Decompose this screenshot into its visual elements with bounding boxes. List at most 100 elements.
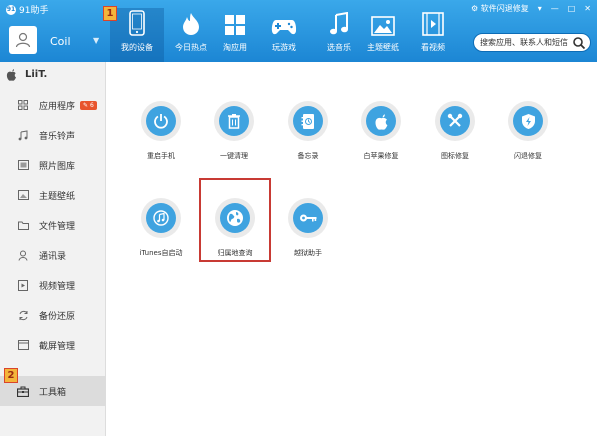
flame-icon xyxy=(183,13,199,35)
tool-memo[interactable]: 备忘录 xyxy=(276,95,340,173)
apps-grid-icon xyxy=(225,15,245,35)
backup-icon xyxy=(17,309,29,321)
nav-apps[interactable]: 淘应用 xyxy=(208,8,262,62)
sidebar-item-label: 视频管理 xyxy=(39,281,76,292)
app-logo-icon: 91 xyxy=(6,4,16,15)
shield-icon xyxy=(521,113,535,129)
tool-label: 一键清理 xyxy=(220,152,248,160)
nav-label: 看视频 xyxy=(421,43,445,52)
sidebar-item-label: 主题壁纸 xyxy=(39,191,76,202)
nav-label: 我的设备 xyxy=(121,43,153,52)
gamepad-icon xyxy=(271,20,297,35)
menu-dropdown-button[interactable]: ▾ xyxy=(538,4,542,13)
window-controls: ⚙ 软件闪退修复 ▾ — □ ✕ xyxy=(471,3,591,14)
account-panel[interactable]: Coil ▼ xyxy=(0,18,106,62)
nav-label: 今日热点 xyxy=(175,43,207,52)
key-icon xyxy=(300,214,317,222)
sidebar-item-label: 照片图库 xyxy=(39,161,76,172)
folder-icon xyxy=(17,219,29,231)
picture-icon xyxy=(371,16,395,36)
phone-icon xyxy=(129,10,145,36)
tool-crash-repair[interactable]: 闪退修复 xyxy=(496,95,560,173)
memo-icon xyxy=(301,113,314,129)
nav-games[interactable]: 玩游戏 xyxy=(257,8,311,62)
tool-label: 越狱助手 xyxy=(294,249,322,257)
close-button[interactable]: ✕ xyxy=(584,4,591,13)
tool-white-apple-repair[interactable]: 白苹果修复 xyxy=(349,95,413,173)
trash-icon xyxy=(228,114,240,129)
username: Coil xyxy=(50,35,71,48)
contacts-icon xyxy=(17,249,29,261)
tool-label: 白苹果修复 xyxy=(363,152,399,160)
app-window: 91 91助手 Coil ▼ 我的设备 今日热点 淘应用 玩游戏 选音乐 主题壁… xyxy=(0,0,597,436)
step-marker-1: 1 xyxy=(103,6,117,21)
sidebar-item-label: 备份还原 xyxy=(39,311,76,322)
maximize-button[interactable]: □ xyxy=(568,4,576,13)
screenshot-icon xyxy=(17,339,29,351)
music-note-icon xyxy=(330,12,348,35)
search-box xyxy=(473,33,591,52)
sidebar: LiiT. 应用程序 ✎ 6 音乐铃声 照片图库 主题壁纸 文件管理 通讯录 视… xyxy=(0,62,106,436)
sidebar-item-screenshots[interactable]: 截屏管理 xyxy=(0,330,106,360)
app-title-text: 91助手 xyxy=(19,6,49,16)
tool-label: 图标修复 xyxy=(441,152,469,160)
music-icon xyxy=(17,129,29,141)
sidebar-item-wallpaper[interactable]: 主题壁纸 xyxy=(0,180,106,210)
sidebar-item-files[interactable]: 文件管理 xyxy=(0,210,106,240)
search-icon[interactable] xyxy=(572,36,586,50)
sidebar-item-apps[interactable]: 应用程序 ✎ 6 xyxy=(0,90,106,120)
flash-repair-link[interactable]: ⚙ 软件闪退修复 xyxy=(471,3,529,14)
apple-icon xyxy=(374,113,387,130)
gear-icon: ⚙ xyxy=(471,4,481,13)
wrench-icon xyxy=(447,113,463,127)
apps-icon xyxy=(17,99,29,111)
sidebar-item-label: 文件管理 xyxy=(39,221,76,232)
account-caret-icon[interactable]: ▼ xyxy=(93,36,99,45)
apple-logo-icon xyxy=(6,69,16,81)
power-icon xyxy=(154,114,168,129)
sidebar-item-label: 音乐铃声 xyxy=(39,131,76,142)
user-icon xyxy=(15,32,31,48)
tool-icon-repair[interactable]: 图标修复 xyxy=(423,95,487,173)
sidebar-item-label: 通讯录 xyxy=(39,251,67,262)
nav-label: 主题壁纸 xyxy=(367,43,399,52)
device-name: LiiT. xyxy=(25,69,48,80)
photo-icon xyxy=(17,159,29,171)
sidebar-item-label: 截屏管理 xyxy=(39,341,76,352)
tool-label: 重启手机 xyxy=(147,152,175,160)
sidebar-item-photos[interactable]: 照片图库 xyxy=(0,150,106,180)
film-icon xyxy=(422,12,444,36)
nav-label: 淘应用 xyxy=(223,43,247,52)
tool-label: iTunes自启动 xyxy=(139,249,183,257)
nav-label: 选音乐 xyxy=(327,43,351,52)
tool-label: 备忘录 xyxy=(297,152,319,160)
tool-itunes-autostart[interactable]: iTunes自启动 xyxy=(129,192,193,270)
sidebar-item-label: 工具箱 xyxy=(39,387,67,398)
sidebar-item-music[interactable]: 音乐铃声 xyxy=(0,120,106,150)
tool-label: 闪退修复 xyxy=(514,152,542,160)
top-bar: 91 91助手 Coil ▼ 我的设备 今日热点 淘应用 玩游戏 选音乐 主题壁… xyxy=(0,0,597,62)
tool-label: 归属地查询 xyxy=(217,249,253,257)
video-icon xyxy=(17,279,29,291)
sidebar-item-videos[interactable]: 视频管理 xyxy=(0,270,106,300)
nav-label: 玩游戏 xyxy=(272,43,296,52)
nav-video[interactable]: 看视频 xyxy=(406,8,460,62)
tool-jailbreak-assistant[interactable]: 越狱助手 xyxy=(276,192,340,270)
tool-one-click-clean[interactable]: 一键清理 xyxy=(202,95,266,173)
step-marker-2: 2 xyxy=(4,368,18,383)
toolbox-icon xyxy=(17,385,29,397)
update-count-badge: ✎ 6 xyxy=(80,100,97,110)
tool-location-lookup[interactable]: 归属地查询 xyxy=(203,192,267,270)
device-header: LiiT. xyxy=(6,68,47,81)
tool-restart-phone[interactable]: 重启手机 xyxy=(129,95,193,173)
nav-wallpaper[interactable]: 主题壁纸 xyxy=(356,8,410,62)
nav-my-device[interactable]: 我的设备 xyxy=(110,8,164,62)
sidebar-item-contacts[interactable]: 通讯录 xyxy=(0,240,106,270)
sidebar-item-backup[interactable]: 备份还原 xyxy=(0,300,106,330)
app-title: 91 91助手 xyxy=(6,3,48,16)
avatar[interactable] xyxy=(9,26,37,54)
sidebar-item-label: 应用程序 xyxy=(39,101,76,112)
search-input[interactable] xyxy=(480,38,570,47)
toolbox-panel: 重启手机 一键清理 备忘录 白苹果修复 图标修复 闪退修复 iTunes自启动 xyxy=(107,62,597,436)
minimize-button[interactable]: — xyxy=(551,4,559,13)
